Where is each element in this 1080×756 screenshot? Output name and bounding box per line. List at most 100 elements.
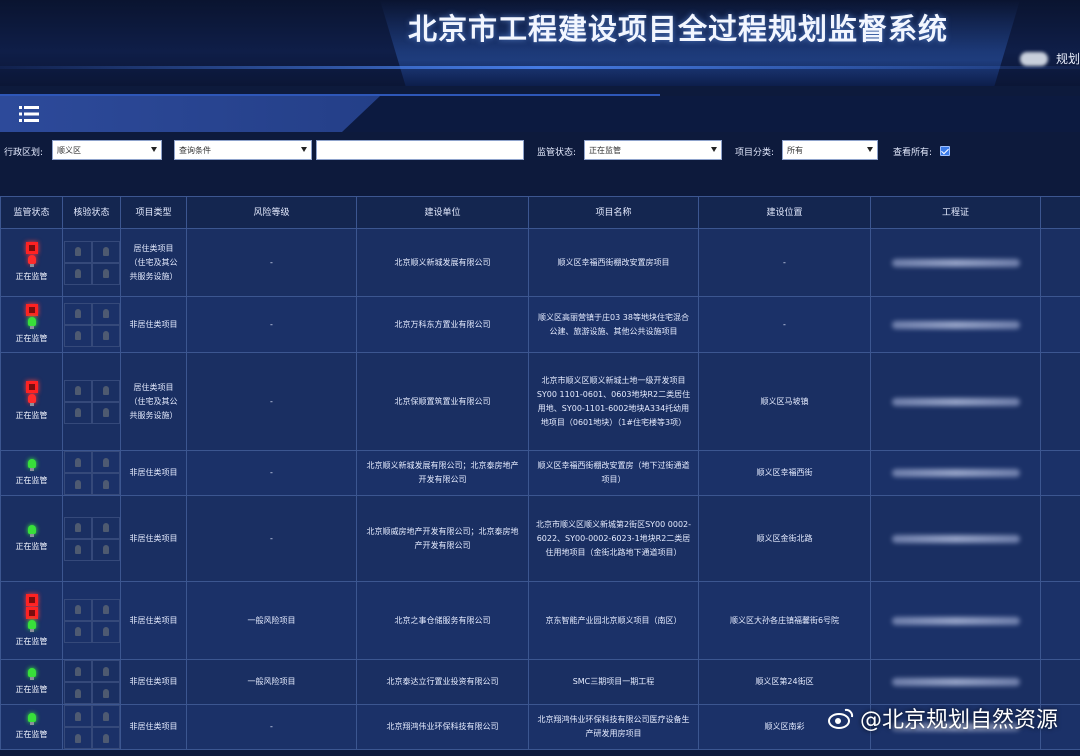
district-select-value: 顺义区 [57, 146, 81, 155]
inactive-light-icon [74, 627, 81, 636]
status-text: 正在监管 [15, 272, 48, 281]
verification-slot [63, 379, 92, 402]
inactive-light-icon [74, 666, 81, 676]
query-condition-select[interactable]: 查询条件 [174, 140, 312, 160]
green-light-icon [27, 317, 37, 331]
flag-icon [25, 242, 38, 254]
verification-slot [63, 401, 92, 424]
location-cell: 顺义区第24街区 [698, 659, 871, 705]
verification-grid [63, 660, 120, 704]
column-header[interactable]: 项目名称 [528, 196, 699, 229]
permit-cell [870, 450, 1041, 496]
supervision-label: 监管状态: [537, 148, 577, 158]
flag-icon [25, 593, 38, 606]
column-header[interactable]: 工程证 [870, 196, 1041, 229]
verification-slot [63, 324, 92, 347]
inactive-light-icon [102, 269, 109, 278]
light-base [29, 403, 34, 406]
user-name[interactable]: 规划 [1056, 50, 1080, 67]
column-header[interactable]: 建设位置 [698, 196, 871, 229]
menu-tab [0, 96, 380, 132]
permit-cell [870, 228, 1041, 297]
column-header[interactable]: 核验状态 [62, 196, 121, 229]
inactive-light-icon [102, 545, 109, 554]
inactive-light-icon [102, 627, 109, 636]
project-type-cell: 非居住类项目 [120, 581, 187, 660]
verification-slot [91, 727, 120, 749]
permit-cell [870, 495, 1041, 582]
inactive-light-icon [102, 331, 109, 340]
filter-bar: 行政区划: 顺义区 查询条件 监管状态: 正在监管 项目分类: 所有 查看所有: [0, 138, 1080, 162]
project-type-cell: 非居住类项目 [120, 450, 187, 496]
light-base [29, 326, 34, 329]
district-select[interactable]: 顺义区 [52, 140, 162, 160]
light-base [29, 677, 34, 680]
column-header[interactable]: 监管状态 [0, 196, 63, 229]
view-all-label: 查看所有: [893, 148, 933, 158]
column-header[interactable]: 风险等级 [186, 196, 357, 229]
table-row[interactable]: 正在监管 非居住类项目 一般风险项目 北京泰达立行置业投资有限公司 SMC三期项目一期工… [0, 659, 1080, 705]
extra-cell [1040, 495, 1080, 582]
inactive-light-icon [74, 457, 81, 467]
table-row[interactable]: 正在监管 非居住类项目 - 北京顺义新城发展有限公司；北京泰房地产开发有限公司 顺义区幸… [0, 450, 1080, 496]
inactive-light-icon [74, 247, 81, 256]
avatar[interactable] [1019, 51, 1048, 66]
inactive-light-icon [102, 247, 109, 256]
light-bulb [27, 668, 36, 677]
inactive-light-icon [102, 479, 109, 489]
table-row[interactable]: 正在监管 非居住类项目 - 北京顺威房地产开发有限公司；北京泰房地产开发有限公司 北京市… [0, 495, 1080, 582]
verification-cell [62, 704, 121, 750]
inactive-light-icon [102, 457, 109, 467]
status-text: 正在监管 [15, 685, 48, 694]
district-label: 行政区划: [4, 148, 44, 158]
weibo-logo-icon [827, 708, 854, 729]
project-name-cell: 北京市顺义区顺义新城土地一级开发项目SY00 1101-0601、0603地块R… [528, 352, 699, 451]
table-row[interactable]: 正在监管 居住类项目（住宅及其公共服务设施） - 北京保顺置筑置业有限公司 北京市顺义区… [0, 352, 1080, 451]
light-bulb [27, 459, 36, 468]
view-all-checkbox[interactable] [940, 146, 950, 156]
extra-cell [1040, 581, 1080, 660]
light-base [29, 722, 34, 725]
table-row[interactable]: 正在监管 非居住类项目 一般风险项目 北京之事仓储服务有限公司 京东智能产业园北京顺义项… [0, 581, 1080, 660]
header-stripe [0, 66, 1080, 69]
verification-slot [91, 473, 120, 495]
verification-grid [63, 240, 120, 285]
verification-slot [63, 451, 92, 473]
risk-level-cell: - [186, 704, 357, 750]
category-label: 项目分类: [735, 148, 775, 158]
construction-unit-cell: 北京保顺置筑置业有限公司 [356, 352, 529, 451]
user-area[interactable]: 规划 [1019, 50, 1080, 67]
verification-slot [91, 451, 120, 473]
inactive-light-icon [74, 331, 81, 340]
category-select[interactable]: 所有 [782, 140, 878, 160]
status-text: 正在监管 [15, 411, 48, 420]
verification-slot [91, 262, 120, 285]
status-cell: 正在监管 [0, 450, 63, 496]
table-row[interactable]: 正在监管 居住类项目（住宅及其公共服务设施） - 北京顺义新城发展有限公司 顺义区幸福西… [0, 228, 1080, 297]
supervision-select[interactable]: 正在监管 [584, 140, 722, 160]
project-type-cell: 非居住类项目 [120, 659, 187, 705]
category-select-value: 所有 [787, 146, 803, 155]
inactive-light-icon [102, 408, 109, 417]
light-base [29, 468, 34, 471]
inactive-light-icon [102, 666, 109, 676]
redacted-permit [891, 258, 1020, 267]
verification-slot [63, 262, 92, 285]
verification-slot [91, 660, 120, 682]
menu-icon[interactable] [18, 104, 40, 124]
inactive-light-icon [74, 479, 81, 489]
table-row[interactable]: 正在监管 非居住类项目 - 北京万科东方置业有限公司 顺义区高丽营镇于庄03 38等地块… [0, 296, 1080, 353]
column-header[interactable]: 项目类型 [120, 196, 187, 229]
redacted-permit [891, 678, 1020, 686]
inactive-light-icon [74, 386, 81, 395]
verification-slot [91, 620, 120, 643]
search-input[interactable] [316, 140, 524, 160]
light-bulb [27, 317, 36, 326]
construction-unit-cell: 北京顺义新城发展有限公司；北京泰房地产开发有限公司 [356, 450, 529, 496]
inactive-light-icon [102, 733, 109, 743]
status-text: 正在监管 [15, 334, 48, 343]
location-cell: 顺义区金街北路 [698, 495, 871, 582]
project-type-cell: 非居住类项目 [120, 704, 187, 750]
column-header[interactable]: 建设单位 [356, 196, 529, 229]
inactive-light-icon [74, 408, 81, 417]
